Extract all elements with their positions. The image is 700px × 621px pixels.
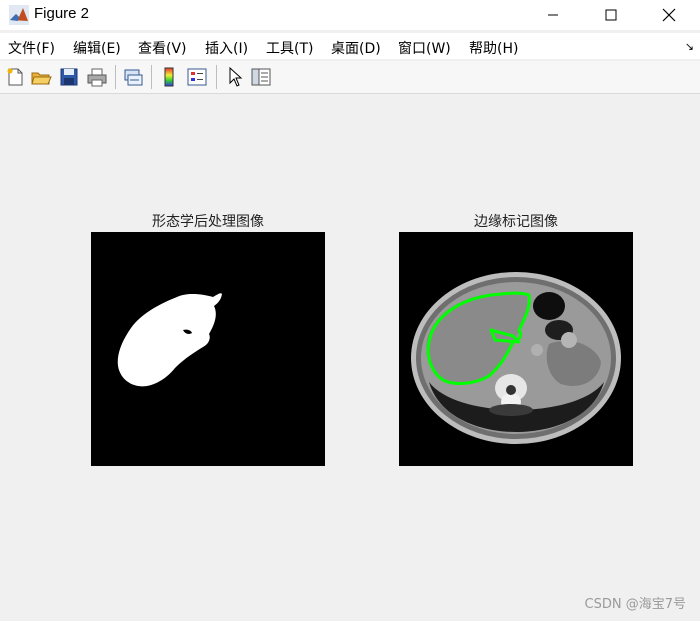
menu-file[interactable]: 文件(F) xyxy=(8,38,55,58)
title-bar: Figure 2 xyxy=(0,0,700,30)
matlab-icon xyxy=(9,5,29,25)
save-icon[interactable] xyxy=(58,66,80,88)
close-icon xyxy=(662,8,676,22)
menu-tools[interactable]: 工具(T) xyxy=(266,38,313,58)
link-icon[interactable] xyxy=(122,66,144,88)
axes-title-left: 形态学后处理图像 xyxy=(152,214,264,230)
colorbar-icon[interactable] xyxy=(158,66,180,88)
menu-edit[interactable]: 编辑(E) xyxy=(73,38,121,58)
window-title: Figure 2 xyxy=(34,5,90,22)
open-icon[interactable] xyxy=(30,66,52,88)
toolbar-separator xyxy=(115,65,116,89)
minimize-button[interactable] xyxy=(530,0,576,30)
menu-view[interactable]: 查看(V) xyxy=(138,38,187,58)
pointer-icon[interactable] xyxy=(224,66,246,88)
maximize-icon xyxy=(605,9,617,21)
minimize-icon xyxy=(548,14,558,16)
print-icon[interactable] xyxy=(86,66,108,88)
menu-bar: 文件(F) 编辑(E) 查看(V) 插入(I) 工具(T) 桌面(D) 窗口(W… xyxy=(0,33,700,59)
toolbar-separator xyxy=(216,65,217,89)
toolbar xyxy=(0,61,700,94)
axes-edge-image xyxy=(399,232,633,466)
axes-morphology-image xyxy=(91,232,325,466)
axes-title-right: 边缘标记图像 xyxy=(474,214,558,230)
close-button[interactable] xyxy=(646,0,692,30)
new-figure-icon[interactable] xyxy=(4,66,26,88)
menu-insert[interactable]: 插入(I) xyxy=(205,38,248,58)
property-editor-icon[interactable] xyxy=(250,66,272,88)
legend-icon[interactable] xyxy=(186,66,208,88)
dock-arrow-icon[interactable]: ↘ xyxy=(685,40,694,53)
menu-window[interactable]: 窗口(W) xyxy=(398,38,451,58)
menu-help[interactable]: 帮助(H) xyxy=(469,38,518,58)
menu-desktop[interactable]: 桌面(D) xyxy=(331,38,381,58)
toolbar-separator xyxy=(151,65,152,89)
maximize-button[interactable] xyxy=(588,0,634,30)
watermark: CSDN @海宝7号 xyxy=(584,597,686,612)
